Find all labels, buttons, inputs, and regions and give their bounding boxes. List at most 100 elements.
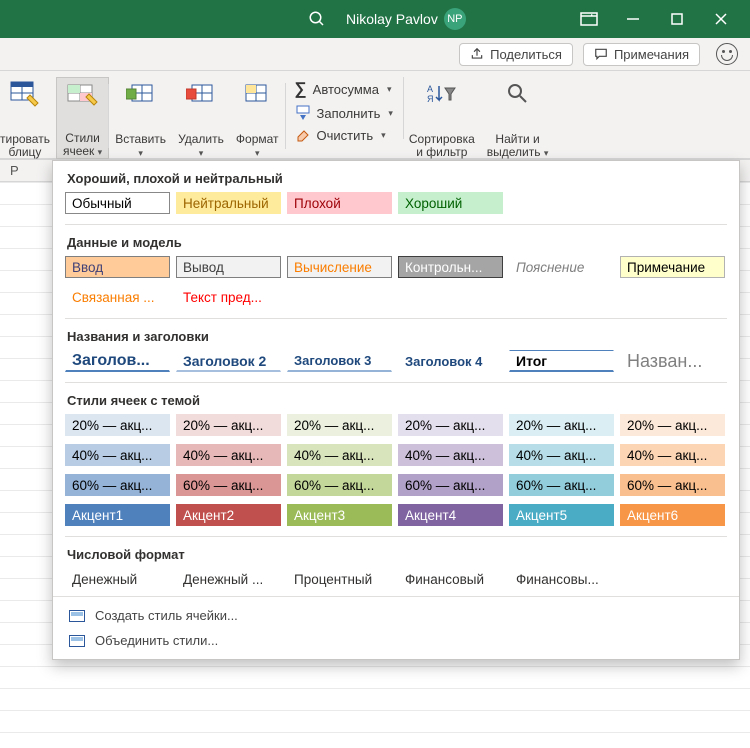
format-table-icon <box>8 77 42 111</box>
style-swatch[interactable]: Акцент6 <box>620 504 725 526</box>
style-swatch[interactable]: Вывод <box>176 256 281 278</box>
style-swatch[interactable]: Заголовок 3 <box>287 350 392 372</box>
comments-button[interactable]: Примечания <box>583 43 700 66</box>
find-select-label: Найти и выделить ▾ <box>487 133 549 159</box>
style-swatch[interactable]: 40% — акц... <box>509 444 614 466</box>
style-swatch[interactable]: Обычный <box>65 192 170 214</box>
style-swatch[interactable]: Вычисление <box>287 256 392 278</box>
style-swatch[interactable]: Итог <box>509 350 614 372</box>
sort-filter-icon: AЯ <box>425 77 459 111</box>
style-swatch[interactable]: Контрольн... <box>398 256 503 278</box>
style-swatch[interactable]: Плохой <box>287 192 392 214</box>
style-swatch[interactable]: Акцент4 <box>398 504 503 526</box>
share-icon <box>470 47 484 61</box>
style-swatch[interactable]: 60% — акц... <box>287 474 392 496</box>
new-cell-style[interactable]: Создать стиль ячейки... <box>53 603 739 628</box>
delete-label: Удалить▾ <box>178 133 224 159</box>
style-swatch[interactable]: 20% — акц... <box>398 414 503 436</box>
new-style-icon <box>69 610 85 622</box>
svg-text:A: A <box>427 84 433 94</box>
style-swatch[interactable]: 60% — акц... <box>398 474 503 496</box>
comment-icon <box>594 47 608 61</box>
find-icon <box>501 77 535 111</box>
sort-filter-label: Сортировка и фильтр <box>409 133 475 159</box>
minimize-button[interactable] <box>624 10 642 28</box>
delete-button[interactable]: Удалить▾ <box>172 77 230 159</box>
style-swatch[interactable]: Ввод <box>65 256 170 278</box>
comments-label: Примечания <box>614 47 689 62</box>
feedback-icon[interactable] <box>716 43 738 65</box>
style-swatch[interactable]: Назван... <box>620 350 725 372</box>
style-swatch[interactable]: Акцент2 <box>176 504 281 526</box>
autosum-button[interactable]: ∑Автосумма ▾ <box>295 77 393 101</box>
style-swatch[interactable]: Финансовый <box>398 568 503 590</box>
style-swatch[interactable]: Заголовок 4 <box>398 350 503 372</box>
cell-styles-label: Стили ячеек ▾ <box>63 132 102 158</box>
svg-text:Я: Я <box>427 94 434 104</box>
style-swatch[interactable]: 20% — акц... <box>287 414 392 436</box>
eraser-icon <box>295 127 311 143</box>
style-swatch[interactable]: 40% — акц... <box>620 444 725 466</box>
style-swatch[interactable]: 60% — акц... <box>176 474 281 496</box>
style-swatch[interactable]: 40% — акц... <box>65 444 170 466</box>
format-button[interactable]: Формат▾ <box>230 77 285 159</box>
ribbon-mode-icon[interactable] <box>580 10 598 28</box>
fill-button[interactable]: Заполнить ▾ <box>295 103 393 123</box>
format-table-label: тировать блицу <box>0 133 50 159</box>
share-button[interactable]: Поделиться <box>459 43 573 66</box>
style-swatch[interactable]: Денежный <box>65 568 170 590</box>
style-swatch[interactable]: 20% — акц... <box>65 414 170 436</box>
format-table-button[interactable]: тировать блицу <box>0 77 56 159</box>
ribbon: тировать блицу Стили ячеек ▾ Вставить▾ У… <box>0 71 750 159</box>
style-swatch[interactable]: Примечание <box>620 256 725 278</box>
style-swatch[interactable]: 60% — акц... <box>65 474 170 496</box>
insert-button[interactable]: Вставить▾ <box>109 77 172 159</box>
category-data-model: Данные и модель <box>53 229 739 254</box>
format-label: Формат▾ <box>236 133 279 159</box>
style-swatch[interactable]: Финансовы... <box>509 568 614 590</box>
clear-button[interactable]: Очистить ▾ <box>295 125 393 145</box>
style-swatch[interactable]: 40% — акц... <box>176 444 281 466</box>
style-swatch[interactable]: Денежный ... <box>176 568 281 590</box>
style-swatch[interactable]: 20% — акц... <box>176 414 281 436</box>
maximize-button[interactable] <box>668 10 686 28</box>
fill-down-icon <box>295 105 311 121</box>
sort-filter-button[interactable]: AЯ Сортировка и фильтр <box>403 77 481 159</box>
category-headings: Названия и заголовки <box>53 323 739 348</box>
insert-label: Вставить▾ <box>115 133 166 159</box>
sheet-area: P Хороший, плохой и нейтральный ОбычныйН… <box>0 159 750 748</box>
style-swatch[interactable]: Связанная ... <box>65 286 170 308</box>
insert-icon <box>124 77 158 111</box>
style-swatch[interactable]: 20% — акц... <box>509 414 614 436</box>
share-label: Поделиться <box>490 47 562 62</box>
style-swatch[interactable]: Пояснение <box>509 256 614 278</box>
style-swatch[interactable]: Нейтральный <box>176 192 281 214</box>
sigma-icon: ∑ <box>295 79 307 99</box>
style-swatch[interactable]: Текст пред... <box>176 286 281 308</box>
merge-style-icon <box>69 635 85 647</box>
search-area[interactable] <box>308 10 326 28</box>
avatar[interactable]: NP <box>444 8 466 30</box>
style-swatch[interactable]: Акцент1 <box>65 504 170 526</box>
style-swatch[interactable]: Акцент5 <box>509 504 614 526</box>
style-swatch[interactable]: 40% — акц... <box>398 444 503 466</box>
style-swatch[interactable]: Заголовок 2 <box>176 350 281 372</box>
find-select-button[interactable]: Найти и выделить ▾ <box>481 77 555 159</box>
style-swatch[interactable]: Хороший <box>398 192 503 214</box>
style-swatch[interactable]: 40% — акц... <box>287 444 392 466</box>
cell-styles-icon <box>66 78 100 112</box>
merge-styles[interactable]: Объединить стили... <box>53 628 739 653</box>
style-swatch[interactable]: Заголов... <box>65 350 170 372</box>
style-swatch[interactable]: Процентный <box>287 568 392 590</box>
close-button[interactable] <box>712 10 730 28</box>
style-swatch[interactable]: 20% — акц... <box>620 414 725 436</box>
style-swatch[interactable]: 60% — акц... <box>620 474 725 496</box>
delete-icon <box>184 77 218 111</box>
gallery-footer: Создать стиль ячейки... Объединить стили… <box>53 596 739 659</box>
username[interactable]: Nikolay Pavlov <box>346 11 438 27</box>
style-swatch[interactable]: 60% — акц... <box>509 474 614 496</box>
style-swatch[interactable]: Акцент3 <box>287 504 392 526</box>
titlebar: Nikolay Pavlov NP <box>0 0 750 38</box>
cell-styles-button[interactable]: Стили ячеек ▾ <box>56 77 109 159</box>
category-theme: Стили ячеек с темой <box>53 387 739 412</box>
